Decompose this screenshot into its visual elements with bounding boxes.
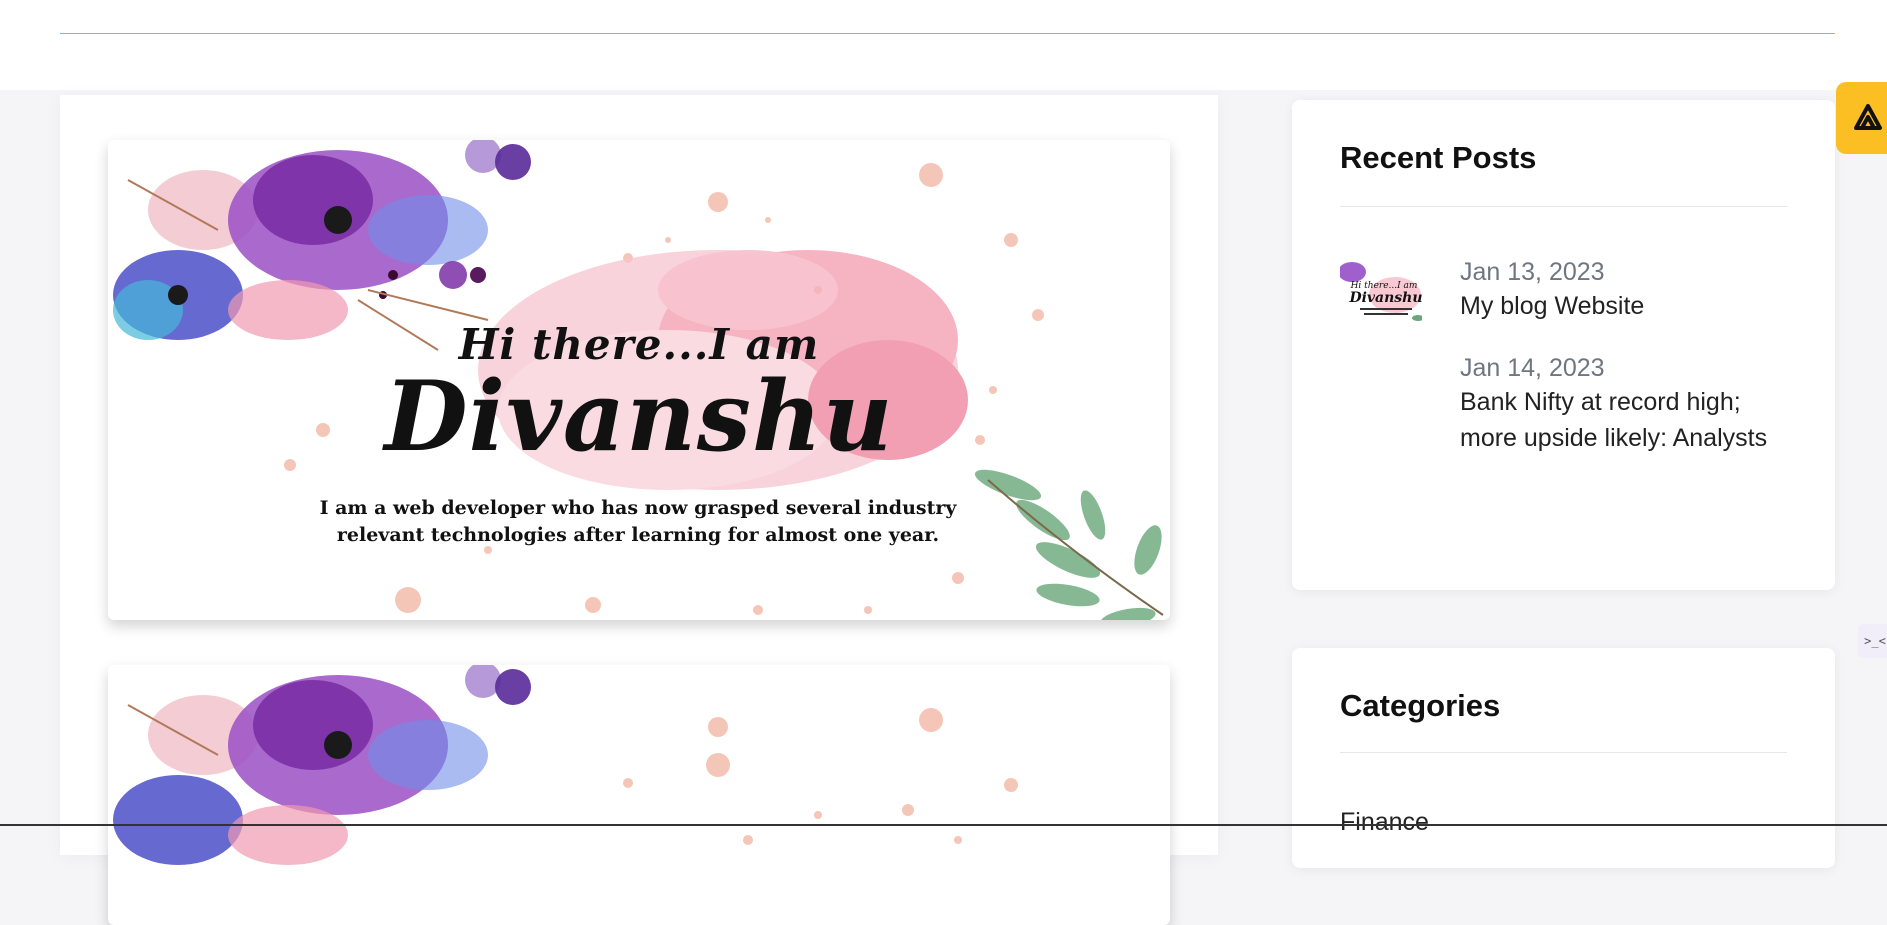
svg-text:Divanshu: Divanshu (1348, 290, 1422, 306)
post-thumbnail[interactable]: Hi there...I am Divanshu (1340, 260, 1422, 328)
banner-name: Divanshu (384, 360, 894, 473)
post-featured-image[interactable]: Hi there...I am Divanshu I am a web deve… (108, 140, 1170, 620)
categories-widget: Categories Finance (1292, 648, 1835, 868)
widget-divider (1340, 206, 1787, 207)
category-link[interactable]: Finance (1340, 808, 1429, 837)
posts-column: Hi there...I am Divanshu I am a web deve… (60, 95, 1218, 925)
recent-posts-widget: Recent Posts Hi there...I am Divanshu Ja… (1292, 100, 1835, 590)
post-date: Jan 14, 2023 (1460, 354, 1605, 382)
header-divider (60, 0, 1835, 34)
post-featured-image[interactable] (108, 665, 1170, 925)
mini-side-tab[interactable]: >_< (1858, 624, 1887, 658)
floating-action-button[interactable] (1836, 82, 1887, 154)
widget-divider (1340, 752, 1787, 753)
post-date: Jan 13, 2023 (1460, 258, 1605, 286)
post-title-link[interactable]: My blog Website (1460, 288, 1790, 324)
arrow-triangle-icon (1854, 104, 1882, 130)
widget-title: Categories (1340, 688, 1501, 723)
widget-title: Recent Posts (1340, 140, 1537, 175)
watercolor-floral-art (113, 665, 1018, 865)
banner-description: I am a web developer who has now grasped… (319, 497, 957, 546)
post-title-link[interactable]: Bank Nifty at record high; more upside l… (1460, 384, 1790, 456)
